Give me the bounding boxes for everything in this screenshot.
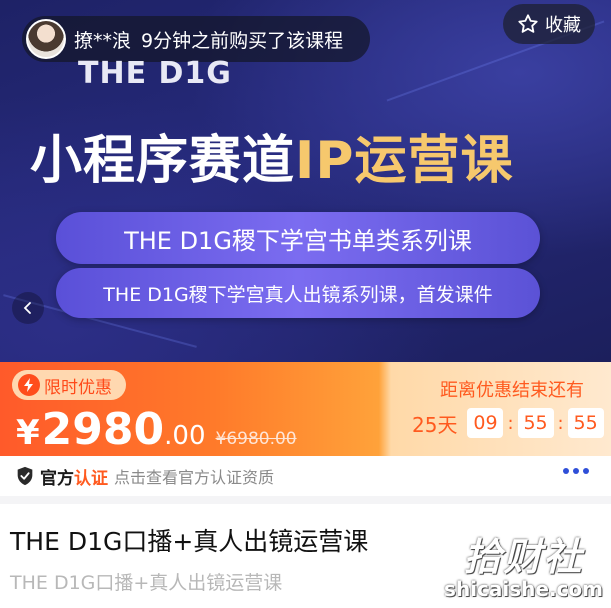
course-subtitle: THE D1G口播+真人出镜运营课 xyxy=(10,572,283,594)
carousel-prev-button[interactable] xyxy=(12,292,44,324)
buyer-avatar xyxy=(26,19,66,59)
chevron-left-icon xyxy=(23,302,31,314)
certification-hint: 点击查看官方认证资质 xyxy=(114,468,275,487)
countdown-minutes: 55 xyxy=(517,408,554,438)
banner-title: 小程序赛道IP运营课 xyxy=(30,118,513,193)
site-watermark: 拾财社 shicaishe.com xyxy=(444,526,603,601)
countdown-separator: : xyxy=(557,412,564,434)
course-banner[interactable]: 撩**浪 9分钟之前购买了该课程 收藏 THE D1G 小程序赛道IP运营课 TH… xyxy=(0,0,611,362)
certified-label: 认证 xyxy=(74,468,108,489)
official-label: 官方 xyxy=(40,468,74,489)
countdown-days: 25天 xyxy=(412,412,458,437)
buyer-action: 9分钟之前购买了该课程 xyxy=(141,29,344,52)
countdown-seconds: 55 xyxy=(567,408,604,438)
official-certification-row[interactable]: 官方 认证 点击查看官方认证资质 xyxy=(0,456,611,496)
countdown-separator: : xyxy=(507,412,514,434)
original-price: ¥6980.00 xyxy=(215,429,297,449)
lightning-icon xyxy=(18,374,40,396)
favorite-button[interactable]: 收藏 xyxy=(503,4,595,44)
price-decimal: .00 xyxy=(164,421,206,451)
price-integer: 2980 xyxy=(41,404,165,455)
sale-price: ¥ 2980 .00 ¥6980.00 xyxy=(16,404,297,455)
price-currency: ¥ xyxy=(16,413,40,453)
watermark-en: shicaishe.com xyxy=(444,577,603,601)
watermark-cn: 拾财社 xyxy=(463,535,584,579)
countdown-hours: 09 xyxy=(467,408,504,438)
recent-purchase-text: 撩**浪 9分钟之前购买了该课程 xyxy=(74,26,343,53)
course-title: THE D1G口播+真人出镜运营课 xyxy=(10,527,369,556)
banner-chip-series: THE D1G稷下学宫书单类系列课 xyxy=(56,212,540,264)
limited-offer-label: 限时优惠 xyxy=(44,377,112,398)
countdown-timer: 25天 09 : 55 : 55 xyxy=(412,408,604,438)
section-divider xyxy=(0,496,611,504)
limited-offer-badge: 限时优惠 xyxy=(12,370,126,400)
buyer-name: 撩**浪 xyxy=(74,29,132,52)
shield-check-icon xyxy=(17,466,33,486)
more-options-icon[interactable] xyxy=(559,468,589,474)
banner-title-accent: IP运营课 xyxy=(295,131,514,191)
favorite-label: 收藏 xyxy=(545,15,581,36)
countdown-label: 距离优惠结束还有 xyxy=(440,380,584,401)
banner-title-main: 小程序赛道 xyxy=(30,131,296,191)
banner-chip-courseware: THE D1G稷下学宫真人出镜系列课，首发课件 xyxy=(56,268,540,318)
star-icon xyxy=(518,14,538,33)
brand-text: THE D1G xyxy=(78,56,232,91)
